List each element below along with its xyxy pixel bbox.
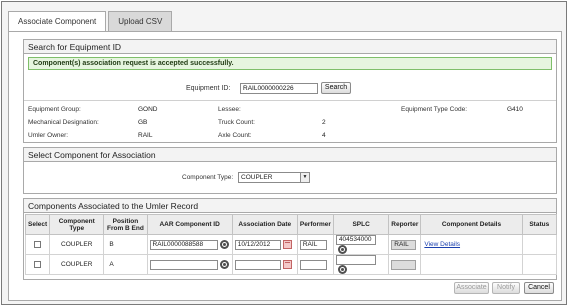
search-icon[interactable] xyxy=(219,260,229,269)
equipment-type-code-label: Equipment Type Code: xyxy=(401,106,468,113)
select-component-title: Select Component for Association xyxy=(24,148,556,162)
status-cell xyxy=(521,234,558,255)
col-select: Select xyxy=(24,214,51,235)
table-header-row: Select Component Type Position From B En… xyxy=(24,214,558,235)
axle-count-label: Axle Count: xyxy=(218,132,252,139)
aar-component-id-input[interactable]: RAIL0000088588 xyxy=(149,239,218,250)
tab-content: Search for Equipment ID Component(s) ass… xyxy=(8,31,562,301)
view-details-link[interactable]: View Details xyxy=(424,241,460,248)
details-divider xyxy=(24,100,556,101)
col-position: Position From B End xyxy=(103,214,148,235)
component-type-value: COUPLER xyxy=(241,174,273,181)
row-select-checkbox[interactable] xyxy=(34,240,42,248)
equipment-group-label: Equipment Group: xyxy=(28,106,81,113)
details-cell xyxy=(420,254,523,275)
col-aar-component-id: AAR Component ID xyxy=(146,214,233,235)
truck-count-label: Truck Count: xyxy=(218,119,255,126)
equipment-type-code-value: G410 xyxy=(507,106,523,113)
association-date-input[interactable] xyxy=(234,259,281,270)
umler-owner-value: RAIL xyxy=(138,132,153,139)
equipment-id-input[interactable]: RAIL0000000226 xyxy=(240,83,318,94)
position-cell: B xyxy=(103,234,148,255)
component-type-label: Component Type: xyxy=(182,174,234,181)
performer-input[interactable] xyxy=(299,259,327,270)
reporter-field xyxy=(391,259,417,270)
col-performer: Performer xyxy=(296,214,334,235)
tab-bar: Associate Component Upload CSV xyxy=(8,11,174,32)
splc-input[interactable]: 404534000 xyxy=(335,235,376,245)
tab-upload-csv[interactable]: Upload CSV xyxy=(108,11,173,31)
row-select-checkbox[interactable] xyxy=(34,260,42,268)
status-cell xyxy=(521,254,558,275)
search-icon[interactable] xyxy=(337,265,347,274)
component-type-cell: COUPLER xyxy=(49,254,105,275)
notify-button[interactable]: Notify xyxy=(492,282,520,294)
reporter-field: RAIL xyxy=(391,239,417,250)
association-date-input[interactable]: 10/12/2012 xyxy=(234,239,281,250)
components-title: Components Associated to the Umler Recor… xyxy=(24,199,556,213)
performer-input[interactable]: RAIL xyxy=(299,239,327,250)
mechanical-designation-label: Mechanical Designation: xyxy=(28,119,99,126)
component-type-cell: COUPLER xyxy=(49,234,105,255)
col-status: Status xyxy=(521,214,558,235)
table-row: COUPLER A xyxy=(24,254,558,275)
search-icon[interactable] xyxy=(337,245,347,254)
tab-associate-component[interactable]: Associate Component xyxy=(8,11,107,32)
search-button[interactable]: Search xyxy=(321,82,351,94)
cancel-button[interactable]: Cancel xyxy=(524,282,554,294)
calendar-icon[interactable] xyxy=(282,260,292,269)
lessee-label: Lessee: xyxy=(218,106,241,113)
truck-count-value: 2 xyxy=(322,119,326,126)
calendar-icon[interactable] xyxy=(282,240,292,249)
component-type-select[interactable]: COUPLER ▼ xyxy=(238,172,310,183)
components-table: Select Component Type Position From B En… xyxy=(24,214,558,275)
mechanical-designation-value: GB xyxy=(138,119,148,126)
search-section-title: Search for Equipment ID xyxy=(24,40,556,54)
axle-count-value: 4 xyxy=(322,132,326,139)
col-component-details: Component Details xyxy=(420,214,523,235)
aar-component-id-input[interactable] xyxy=(149,259,218,270)
table-row: COUPLER B RAIL0000088588 10/12/2012 RAIL… xyxy=(24,234,558,255)
associate-button[interactable]: Associate xyxy=(454,282,489,294)
success-message: Component(s) association request is acce… xyxy=(28,57,552,70)
equipment-id-label: Equipment ID: xyxy=(186,85,231,92)
chevron-down-icon: ▼ xyxy=(300,173,309,182)
col-splc: SPLC xyxy=(332,214,390,235)
search-icon[interactable] xyxy=(219,240,229,249)
umler-owner-label: Umler Owner: xyxy=(28,132,69,139)
search-section: Search for Equipment ID Component(s) ass… xyxy=(23,39,557,143)
col-reporter: Reporter xyxy=(388,214,422,235)
col-component-type: Component Type xyxy=(49,214,105,235)
components-section: Components Associated to the Umler Recor… xyxy=(23,198,558,280)
position-cell: A xyxy=(103,254,148,275)
app-window: Associate Component Upload CSV Search fo… xyxy=(1,1,567,305)
equipment-group-value: GOND xyxy=(138,106,158,113)
splc-input[interactable] xyxy=(335,255,376,265)
select-component-section: Select Component for Association Compone… xyxy=(23,147,557,194)
col-association-date: Association Date xyxy=(231,214,298,235)
